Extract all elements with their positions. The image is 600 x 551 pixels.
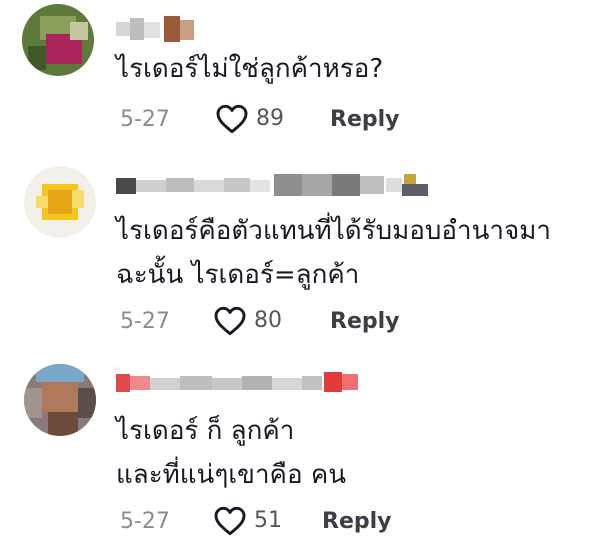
like-button[interactable]: 80 — [214, 306, 282, 336]
reply-button[interactable]: Reply — [322, 508, 392, 536]
comment-text: ไรเดอร์ ก็ ลูกค้า — [116, 416, 295, 446]
heart-outline-icon — [214, 306, 246, 336]
like-count: 80 — [254, 308, 282, 333]
avatar[interactable] — [24, 166, 96, 238]
reply-button[interactable]: Reply — [330, 106, 400, 134]
reply-button[interactable]: Reply — [330, 308, 400, 336]
comment-text: และที่แน่ๆเขาคือ คน — [116, 460, 346, 490]
username-blurred[interactable] — [116, 172, 432, 198]
like-button[interactable]: 51 — [214, 506, 282, 536]
comment-date: 5-27 — [120, 107, 170, 132]
like-count: 51 — [254, 508, 282, 533]
comment-text: ฉะนั้น ไรเดอร์=ลูกค้า — [116, 260, 360, 290]
heart-outline-icon — [216, 104, 248, 134]
username-blurred[interactable] — [116, 16, 196, 42]
heart-outline-icon — [214, 506, 246, 536]
avatar[interactable] — [22, 4, 94, 76]
like-count: 89 — [256, 106, 284, 131]
comment-date: 5-27 — [120, 309, 170, 334]
comment-date: 5-27 — [120, 509, 170, 534]
comment-text: ไรเดอร์คือตัวแทนที่ได้รับมอบอำนาจมา — [116, 216, 551, 246]
like-button[interactable]: 89 — [216, 104, 284, 134]
avatar[interactable] — [24, 364, 96, 436]
comment-text: ไรเดอร์ไม่ใช่ลูกค้าหรอ? — [116, 54, 384, 84]
username-blurred[interactable] — [116, 370, 362, 396]
